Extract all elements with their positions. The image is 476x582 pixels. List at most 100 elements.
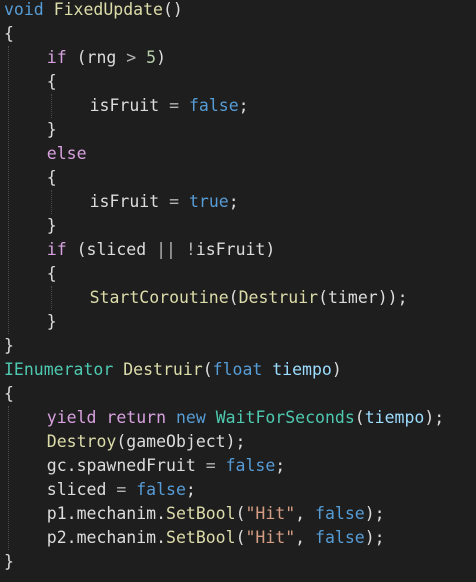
code-token: tiempo: [364, 408, 425, 427]
code-token: ;: [185, 480, 196, 499]
code-token: );: [424, 408, 445, 427]
code-line[interactable]: IEnumerator Destruir(float tiempo): [4, 358, 342, 382]
code-line[interactable]: p2.mechanim.SetBool("Hit", false);: [47, 526, 385, 550]
code-line[interactable]: if (sliced || !isFruit): [47, 238, 276, 262]
code-token: (gameObject);: [116, 432, 246, 451]
code-token: >: [126, 48, 137, 67]
code-token: );: [364, 504, 385, 523]
code-token: }: [4, 552, 14, 571]
code-token: p1.mechanim.: [46, 504, 167, 523]
code-line[interactable]: {: [47, 70, 57, 94]
code-token: =: [205, 456, 216, 475]
code-line[interactable]: void FixedUpdate(): [4, 0, 183, 22]
code-token: else: [46, 144, 87, 163]
code-token: false: [188, 96, 239, 115]
code-token: "Hit": [245, 528, 296, 547]
code-token: ;: [228, 192, 239, 211]
code-token: (): [162, 0, 183, 19]
code-token: isFruit: [89, 96, 170, 115]
code-token: p2.mechanim.: [46, 528, 167, 547]
code-token: {: [46, 168, 57, 187]
code-token: (: [235, 528, 246, 547]
code-token: Destruir: [238, 288, 319, 307]
code-line[interactable]: sliced = false;: [47, 478, 196, 502]
code-line[interactable]: {: [4, 382, 14, 406]
code-token: {: [4, 24, 14, 43]
code-token: ): [331, 360, 342, 379]
code-token: 5: [146, 48, 157, 67]
code-line[interactable]: }: [4, 550, 14, 574]
code-token: float: [212, 360, 263, 379]
code-line[interactable]: Destroy(gameObject);: [47, 430, 246, 454]
code-line[interactable]: if (rng > 5): [47, 46, 166, 70]
code-token: if: [46, 240, 67, 259]
code-line[interactable]: }: [47, 118, 57, 142]
code-token: return: [106, 408, 167, 427]
code-token: ,: [295, 504, 316, 523]
code-editor[interactable]: void FixedUpdate() { if (rng > 5) { isFruit …: [0, 0, 476, 582]
code-token: =: [116, 480, 127, 499]
code-line[interactable]: isFruit = false;: [90, 94, 249, 118]
code-line[interactable]: StartCoroutine(Destruir(timer));: [90, 286, 408, 310]
indent-guide: [50, 286, 52, 310]
code-token: }: [4, 336, 14, 355]
code-token: SetBool: [166, 504, 236, 523]
code-line[interactable]: {: [47, 166, 57, 190]
code-token: {: [46, 72, 57, 91]
code-token: sliced: [46, 480, 117, 499]
code-token: (sliced: [66, 240, 157, 259]
code-token: {: [46, 264, 57, 283]
code-line[interactable]: yield return new WaitForSeconds(tiempo);: [47, 406, 444, 430]
code-token: false: [315, 504, 365, 523]
code-line[interactable]: }: [47, 214, 57, 238]
code-token: (timer));: [318, 288, 408, 307]
code-token: gc.spawnedFruit: [46, 456, 206, 475]
code-token: false: [225, 456, 276, 475]
code-token: }: [46, 216, 57, 235]
code-token: IEnumerator: [4, 360, 114, 379]
code-token: if: [46, 48, 67, 67]
code-line[interactable]: }: [4, 334, 14, 358]
code-token: tiempo: [272, 360, 332, 379]
code-token: isFruit: [89, 192, 170, 211]
code-token: ;: [238, 96, 249, 115]
code-token: =: [169, 192, 180, 211]
code-token: ;: [275, 456, 286, 475]
code-token: (: [202, 360, 213, 379]
code-token: (: [235, 504, 246, 523]
code-token: yield: [46, 408, 97, 427]
code-token: false: [315, 528, 365, 547]
code-token: false: [136, 480, 186, 499]
code-token: ,: [295, 528, 316, 547]
code-token: void: [4, 0, 44, 19]
code-token: StartCoroutine: [89, 288, 229, 307]
code-token: (: [354, 408, 365, 427]
code-line[interactable]: {: [4, 22, 14, 46]
code-token: (: [228, 288, 239, 307]
code-line[interactable]: else: [47, 142, 87, 166]
indent-guide: [8, 406, 9, 550]
indent-guide: [50, 94, 52, 118]
code-token: (rng: [66, 48, 127, 67]
indent-guide: [8, 46, 9, 334]
code-line[interactable]: {: [47, 262, 57, 286]
code-token: Destroy: [46, 432, 117, 451]
code-line[interactable]: isFruit = true;: [90, 190, 239, 214]
code-token: new: [175, 408, 206, 427]
code-line[interactable]: p1.mechanim.SetBool("Hit", false);: [47, 502, 385, 526]
code-line[interactable]: }: [47, 310, 57, 334]
code-token: isFruit): [195, 240, 276, 259]
code-line[interactable]: gc.spawnedFruit = false;: [47, 454, 285, 478]
code-token: =: [169, 96, 180, 115]
